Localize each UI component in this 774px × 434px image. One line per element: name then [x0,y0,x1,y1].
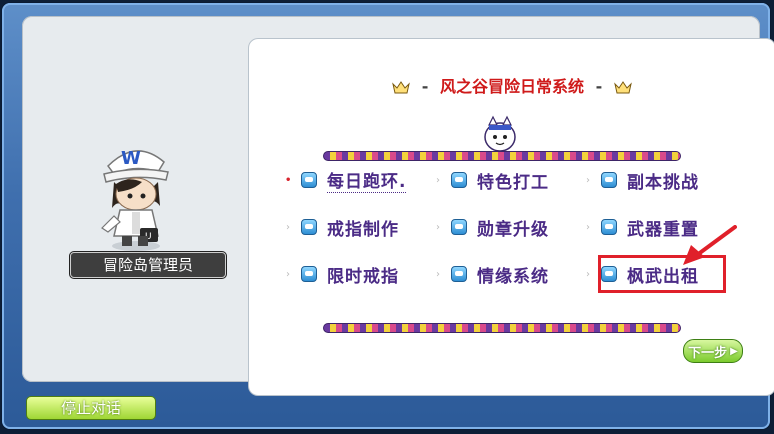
menu-item-label: 戒指制作 [327,219,399,240]
checkbox-icon [301,266,317,282]
svg-text:W: W [121,148,141,169]
bullet-icon: › [586,221,590,233]
bullet-icon: › [436,221,440,233]
checkbox-icon [601,219,617,235]
bullet-icon: › [286,221,290,233]
next-button-label: 下一步 [688,345,728,361]
panel-title: 风之谷冒险日常系统 [439,77,584,96]
title-dash-right: - [595,77,603,96]
title-dash-left: - [421,77,429,96]
checkbox-icon [601,172,617,188]
bullet-icon: • [285,174,292,186]
crown-icon [392,81,411,94]
menu-item-limited-ring[interactable]: › 限时戒指 [285,261,399,287]
checkbox-icon [301,172,317,188]
menu-item-dungeon[interactable]: › 副本挑战 [585,167,699,193]
menu-item-label: 副本挑战 [627,172,699,193]
checkbox-icon [451,172,467,188]
menu-item-label: 勋章升级 [477,219,549,240]
npc-name: 冒险岛管理员 [70,252,226,278]
menu-item-label: 特色打工 [477,172,549,193]
menu-item-daily-run[interactable]: • 每日跑环. [285,167,407,193]
checkbox-icon [301,219,317,235]
chevron-right-icon: ▶ [730,345,738,357]
menu-item-label: 限时戒指 [327,266,399,287]
bullet-icon: › [586,268,590,280]
crown-icon [613,81,632,94]
npc-dialog: W U 冒险岛管理员 - 风之谷冒险日常系统 - • 每日跑环. › 特色打工 … [22,16,774,396]
menu-item-label: 情缘系统 [477,266,549,287]
next-button[interactable]: 下一步 ▶ [683,339,743,363]
menu-item-label: 每日跑环. [327,167,407,193]
menu-item-medal-upgrade[interactable]: › 勋章升级 [435,214,549,240]
menu-item-part-time[interactable]: › 特色打工 [435,167,549,193]
decorative-border-bottom [323,323,681,333]
npc-portrait: W U [101,148,169,251]
bullet-icon: › [286,268,290,280]
bullet-icon: › [436,174,440,186]
menu-item-bond-system[interactable]: › 情缘系统 [435,261,549,287]
bullet-icon: › [436,268,440,280]
menu-item-ring-craft[interactable]: › 戒指制作 [285,214,399,240]
panel-title-row: - 风之谷冒险日常系统 - [249,73,774,97]
checkbox-icon [451,266,467,282]
bullet-icon: › [586,174,590,186]
checkbox-icon [451,219,467,235]
content-panel: - 风之谷冒险日常系统 - • 每日跑环. › 特色打工 › 副本挑战 › 戒指… [248,38,774,396]
stop-dialog-button[interactable]: 停止对话 [26,396,156,420]
arrow-icon [683,225,737,265]
decorative-border-top [323,151,681,161]
mascot-icon [484,115,516,152]
